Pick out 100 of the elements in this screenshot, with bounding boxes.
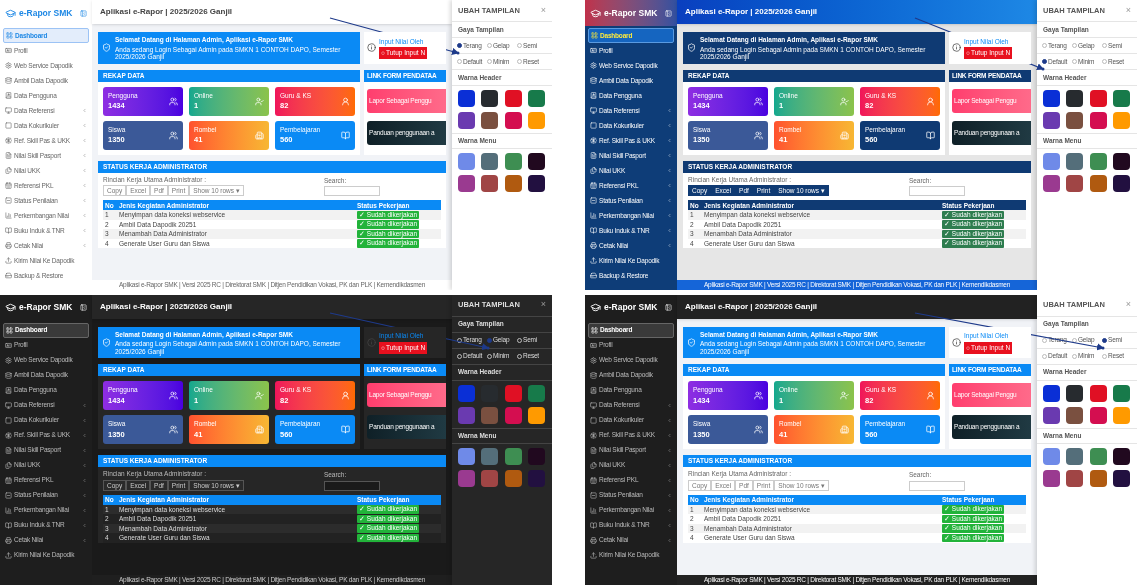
color-swatch[interactable] xyxy=(527,90,545,107)
color-swatch[interactable] xyxy=(1043,175,1060,192)
color-swatch[interactable] xyxy=(1066,112,1084,129)
menu-icon xyxy=(6,326,13,334)
menu-icon xyxy=(590,242,597,249)
color-swatch[interactable] xyxy=(527,384,545,402)
color-swatch[interactable] xyxy=(458,90,475,107)
power-icon xyxy=(966,51,970,56)
menu-icon xyxy=(590,272,597,279)
color-swatch[interactable] xyxy=(458,406,475,424)
menu-icon xyxy=(5,536,12,544)
color-swatch[interactable] xyxy=(481,112,499,129)
radio-button[interactable] xyxy=(457,43,462,48)
color-swatch[interactable] xyxy=(1043,384,1060,402)
color-swatch[interactable] xyxy=(1066,153,1084,170)
color-swatch[interactable] xyxy=(1043,90,1060,107)
color-swatch[interactable] xyxy=(1112,469,1130,487)
color-swatch[interactable] xyxy=(458,384,475,402)
shield-icon xyxy=(102,337,111,347)
color-swatch[interactable] xyxy=(458,153,475,170)
color-swatch[interactable] xyxy=(1112,406,1130,424)
color-swatch[interactable] xyxy=(481,153,499,170)
radio-button[interactable] xyxy=(487,337,492,343)
color-swatch[interactable] xyxy=(504,469,522,487)
color-swatch[interactable] xyxy=(1043,153,1060,170)
menu-icon xyxy=(5,476,12,484)
color-swatch[interactable] xyxy=(504,90,522,107)
color-swatch[interactable] xyxy=(504,384,522,402)
chevron-icon xyxy=(82,492,87,498)
color-swatch[interactable] xyxy=(1089,447,1107,465)
color-swatch[interactable] xyxy=(504,153,522,170)
close-button[interactable]: × xyxy=(540,298,546,312)
menu-icon xyxy=(590,212,597,219)
search-field[interactable] xyxy=(323,480,380,491)
color-swatch[interactable] xyxy=(1112,90,1130,107)
color-swatch[interactable] xyxy=(481,90,499,107)
stat-icon xyxy=(840,391,849,401)
stat-icon xyxy=(840,96,849,106)
chevron-icon xyxy=(82,108,87,113)
color-swatch[interactable] xyxy=(458,175,475,192)
color-swatch[interactable] xyxy=(527,447,545,465)
radio-button[interactable] xyxy=(1042,59,1047,64)
color-swatch[interactable] xyxy=(504,406,522,424)
menu-icon xyxy=(590,446,597,454)
color-swatch[interactable] xyxy=(1043,406,1060,424)
color-swatch[interactable] xyxy=(1066,175,1084,192)
color-swatch[interactable] xyxy=(481,447,499,465)
color-swatch[interactable] xyxy=(1112,447,1130,465)
chevron-icon xyxy=(82,537,87,543)
color-swatch[interactable] xyxy=(458,469,475,487)
color-swatch[interactable] xyxy=(481,406,499,424)
color-swatch[interactable] xyxy=(458,112,475,129)
color-swatch[interactable] xyxy=(527,153,545,170)
color-swatch[interactable] xyxy=(527,469,545,487)
color-swatch[interactable] xyxy=(458,447,475,465)
chevron-icon xyxy=(82,123,87,128)
color-swatch[interactable] xyxy=(1112,112,1130,129)
color-swatch[interactable] xyxy=(527,175,545,192)
color-swatch[interactable] xyxy=(1066,90,1084,107)
stat-icon xyxy=(840,130,849,140)
color-swatch[interactable] xyxy=(1112,384,1130,402)
menu-icon xyxy=(5,257,12,264)
color-swatch[interactable] xyxy=(527,406,545,424)
color-swatch[interactable] xyxy=(1089,384,1107,402)
stat-icon xyxy=(840,425,849,435)
stat-icon xyxy=(754,425,763,435)
menu-icon xyxy=(5,152,12,159)
color-swatch[interactable] xyxy=(1089,90,1107,107)
chevron-icon xyxy=(667,462,672,468)
chevron-icon xyxy=(667,432,672,438)
color-swatch[interactable] xyxy=(1112,175,1130,192)
color-swatch[interactable] xyxy=(1112,153,1130,170)
menu-icon xyxy=(5,182,12,189)
menu-icon xyxy=(590,401,597,409)
color-swatch[interactable] xyxy=(1089,469,1107,487)
color-swatch[interactable] xyxy=(1089,112,1107,129)
color-swatch[interactable] xyxy=(1066,447,1084,465)
chevron-icon xyxy=(82,198,87,203)
info-icon xyxy=(952,43,961,53)
color-swatch[interactable] xyxy=(1043,447,1060,465)
color-swatch[interactable] xyxy=(1066,406,1084,424)
color-swatch[interactable] xyxy=(481,175,499,192)
menu-icon xyxy=(590,461,597,469)
color-swatch[interactable] xyxy=(481,469,499,487)
menu-icon xyxy=(5,416,12,424)
color-swatch[interactable] xyxy=(1066,469,1084,487)
color-swatch[interactable] xyxy=(1089,406,1107,424)
menu-icon xyxy=(5,107,12,114)
color-swatch[interactable] xyxy=(504,175,522,192)
color-swatch[interactable] xyxy=(1043,469,1060,487)
chevron-icon xyxy=(82,138,87,143)
color-swatch[interactable] xyxy=(1089,175,1107,192)
color-swatch[interactable] xyxy=(504,447,522,465)
color-swatch[interactable] xyxy=(504,112,522,129)
menu-icon xyxy=(590,62,597,69)
radio-button[interactable] xyxy=(1102,337,1107,343)
color-swatch[interactable] xyxy=(1066,384,1084,402)
color-swatch[interactable] xyxy=(1043,112,1060,129)
color-swatch[interactable] xyxy=(1089,153,1107,170)
color-swatch[interactable] xyxy=(527,112,545,129)
